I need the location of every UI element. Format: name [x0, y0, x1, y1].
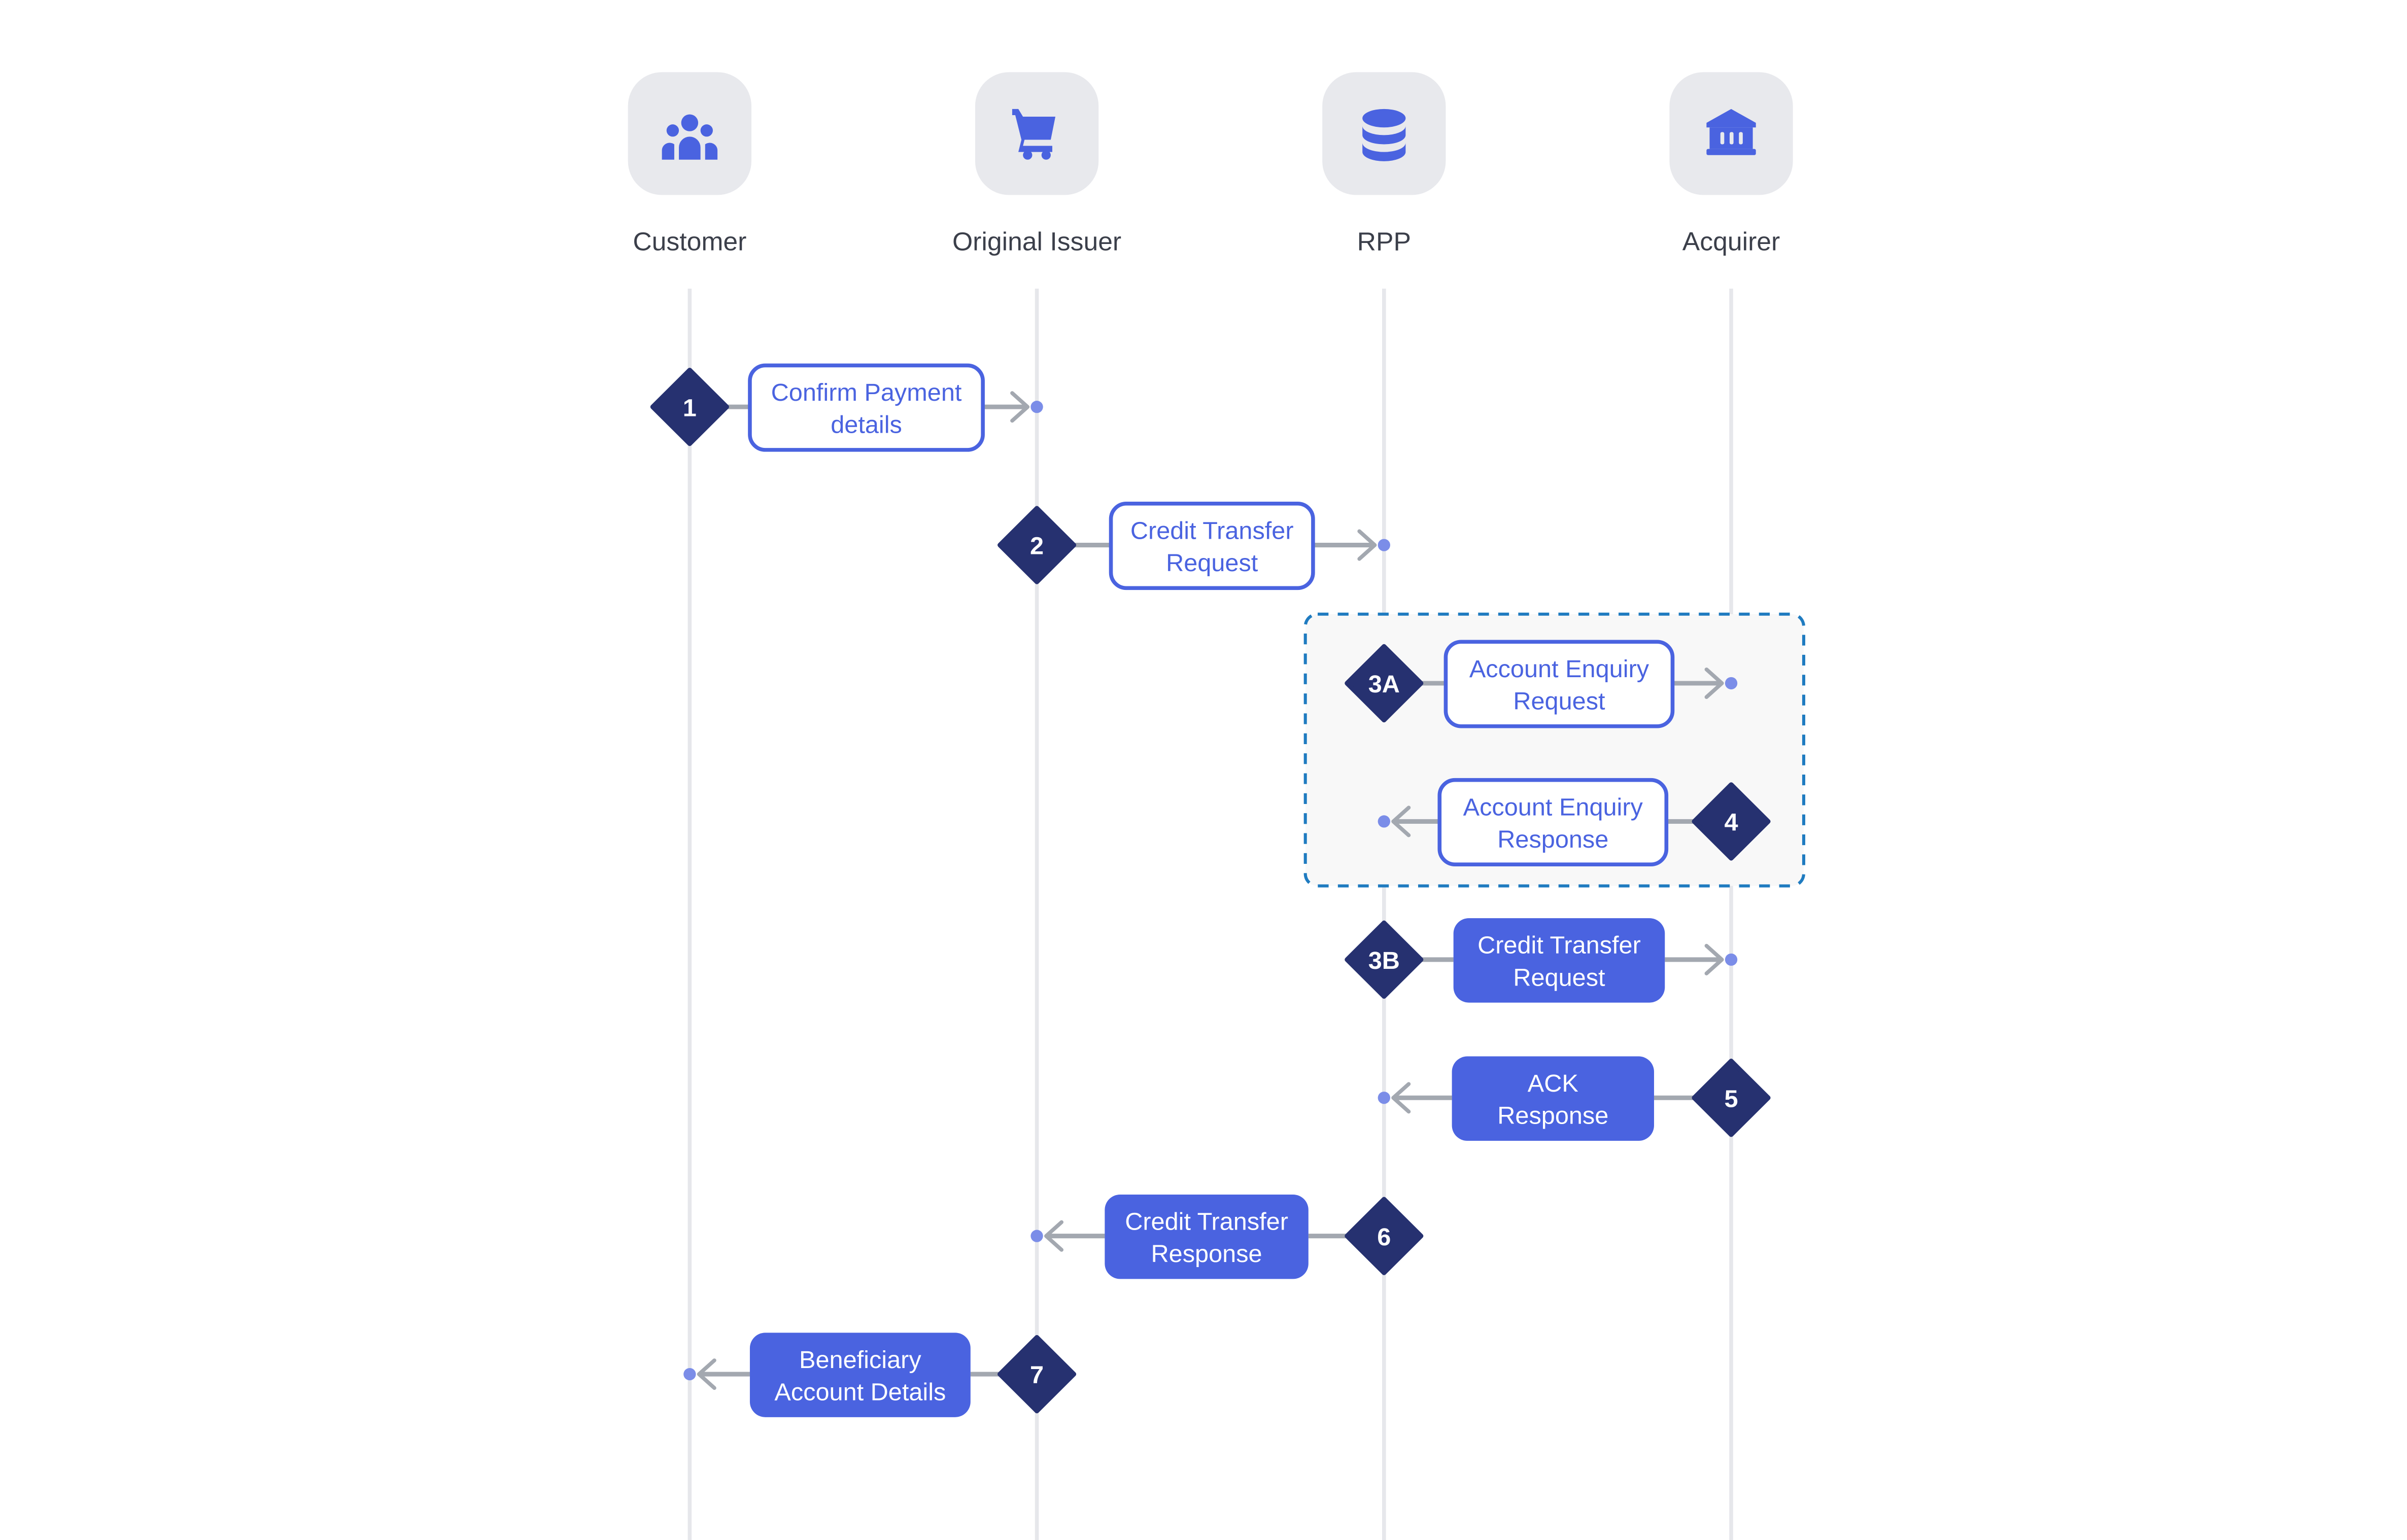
icon-part	[1720, 132, 1725, 145]
icon-part	[1023, 150, 1033, 160]
message-label: Confirm Payment	[771, 379, 962, 406]
step-2: Credit Transfer Request 2	[998, 502, 1390, 590]
database-icon	[1362, 109, 1406, 161]
icon-part	[666, 124, 679, 137]
step-3B: Credit Transfer Request 3B	[1345, 918, 1738, 1003]
target-dot	[1378, 1092, 1390, 1104]
message-label: ACK	[1528, 1070, 1578, 1097]
participant-icon-bg	[628, 72, 751, 195]
icon-part	[1739, 132, 1743, 145]
icon-part	[679, 136, 701, 160]
participant-acquirer: Acquirer	[1669, 72, 1793, 256]
target-dot	[1030, 401, 1043, 413]
target-dot	[1378, 815, 1390, 828]
message-label: Account Enquiry	[1469, 655, 1649, 683]
message-label: Response	[1151, 1240, 1262, 1268]
participants: Customer Original Issuer RPP Acquirer	[628, 72, 1793, 256]
step-7: Beneficiary Account Details 7	[683, 1333, 1077, 1417]
message-label: Credit Transfer	[1130, 517, 1294, 545]
target-dot	[1030, 1230, 1043, 1242]
message-label: details	[831, 411, 902, 439]
icon-part	[700, 124, 713, 137]
step-number: 6	[1377, 1223, 1391, 1251]
step-1: Confirm Payment details 1	[650, 363, 1043, 452]
message-label: Request	[1513, 964, 1605, 991]
icon-part	[1706, 149, 1756, 155]
step-number: 3B	[1368, 947, 1400, 974]
step-number: 3A	[1368, 671, 1400, 698]
message-label: Response	[1497, 1102, 1608, 1130]
target-dot	[683, 1368, 696, 1381]
target-dot	[1725, 677, 1738, 690]
participant-label: Original Issuer	[952, 226, 1121, 256]
message-label: Credit Transfer	[1125, 1208, 1288, 1236]
icon-part	[1041, 150, 1051, 160]
participant-label: Customer	[633, 226, 746, 256]
step-number: 1	[683, 394, 697, 422]
step-number: 7	[1030, 1361, 1044, 1389]
target-dot	[1725, 953, 1738, 966]
participant-icon-bg	[1322, 72, 1446, 195]
target-dot	[1378, 539, 1390, 551]
step-number: 2	[1030, 533, 1044, 560]
icon-part	[1729, 132, 1734, 145]
message-label: Response	[1497, 826, 1608, 853]
participant-customer: Customer	[628, 72, 751, 256]
steps: Confirm Payment details 1 Credit Transfer Re…	[650, 363, 1771, 1417]
participant-original-issuer: Original Issuer	[952, 72, 1121, 256]
step-5: ACK Response 5	[1378, 1056, 1771, 1141]
step-6: Credit Transfer Response 6	[1030, 1194, 1424, 1279]
message-label: Beneficiary	[799, 1346, 921, 1374]
icon-part	[1362, 109, 1406, 128]
icon-part	[681, 114, 699, 131]
message-label: Credit Transfer	[1477, 932, 1641, 959]
message-label: Account Enquiry	[1463, 793, 1643, 821]
message-label: Account Details	[774, 1379, 946, 1406]
participant-label: Acquirer	[1682, 226, 1780, 256]
message-label: Request	[1166, 549, 1258, 577]
message-label: Request	[1513, 688, 1605, 715]
sequence-diagram: Customer Original Issuer RPP Acquirer Confi…	[628, 72, 1805, 1540]
participant-rpp: RPP	[1322, 72, 1446, 256]
step-number: 4	[1724, 809, 1738, 836]
step-number: 5	[1724, 1086, 1738, 1113]
participant-label: RPP	[1357, 226, 1411, 256]
